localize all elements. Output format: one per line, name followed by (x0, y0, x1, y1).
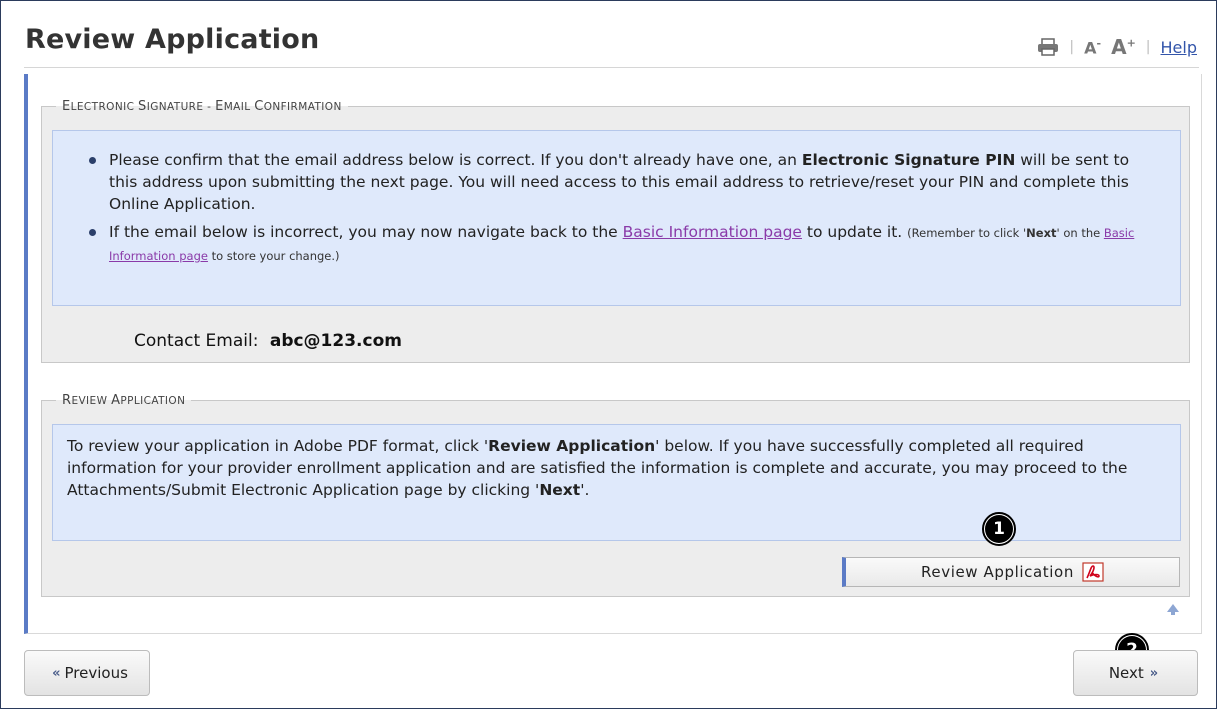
section-legend: ELECTRONIC SIGNATURE - EMAIL CONFIRMATIO… (62, 99, 342, 114)
contact-email-value: abc@123.com (269, 331, 402, 351)
page-title: Review Application (25, 24, 320, 55)
contact-email-label: Contact Email: (134, 331, 259, 351)
section-legend: REVIEW APPLICATION (62, 393, 186, 408)
main-content: ELECTRONIC SIGNATURE - EMAIL CONFIRMATIO… (24, 74, 1202, 634)
list-item: Please confirm that the email address be… (89, 149, 1160, 215)
next-button[interactable]: Next » (1073, 650, 1198, 696)
review-application-button[interactable]: Review Application (842, 557, 1180, 587)
contact-email-row: Contact Email: abc@123.com (134, 331, 402, 351)
pdf-icon (1082, 562, 1104, 582)
chevron-left-icon: « (52, 665, 61, 681)
list-item: If the email below is incorrect, you may… (89, 221, 1160, 267)
print-icon[interactable] (1037, 38, 1059, 56)
chevron-right-icon: » (1149, 665, 1159, 681)
separator: | (1145, 39, 1151, 55)
basic-information-link[interactable]: Basic Information page (623, 223, 802, 241)
previous-button-label: Previous (64, 664, 128, 682)
back-to-top-stem (1171, 611, 1175, 615)
review-application-button-label: Review Application (921, 563, 1074, 581)
email-confirmation-info-panel: Please confirm that the email address be… (52, 130, 1181, 306)
help-link[interactable]: Help (1161, 38, 1197, 57)
next-button-label: Next (1108, 664, 1144, 682)
separator: | (1069, 39, 1075, 55)
header-divider (24, 67, 1199, 68)
decrease-font-button[interactable]: A- (1084, 37, 1101, 57)
callout-badge-1: 1 (982, 512, 1016, 546)
review-application-section: REVIEW APPLICATION To review your applic… (41, 393, 1190, 597)
review-instructions: To review your application in Adobe PDF … (67, 437, 1128, 499)
page-tools: | A- A+ | Help (1037, 34, 1197, 60)
electronic-signature-section: ELECTRONIC SIGNATURE - EMAIL CONFIRMATIO… (41, 99, 1190, 363)
increase-font-button[interactable]: A+ (1111, 35, 1136, 59)
previous-button[interactable]: « Previous (24, 650, 150, 696)
